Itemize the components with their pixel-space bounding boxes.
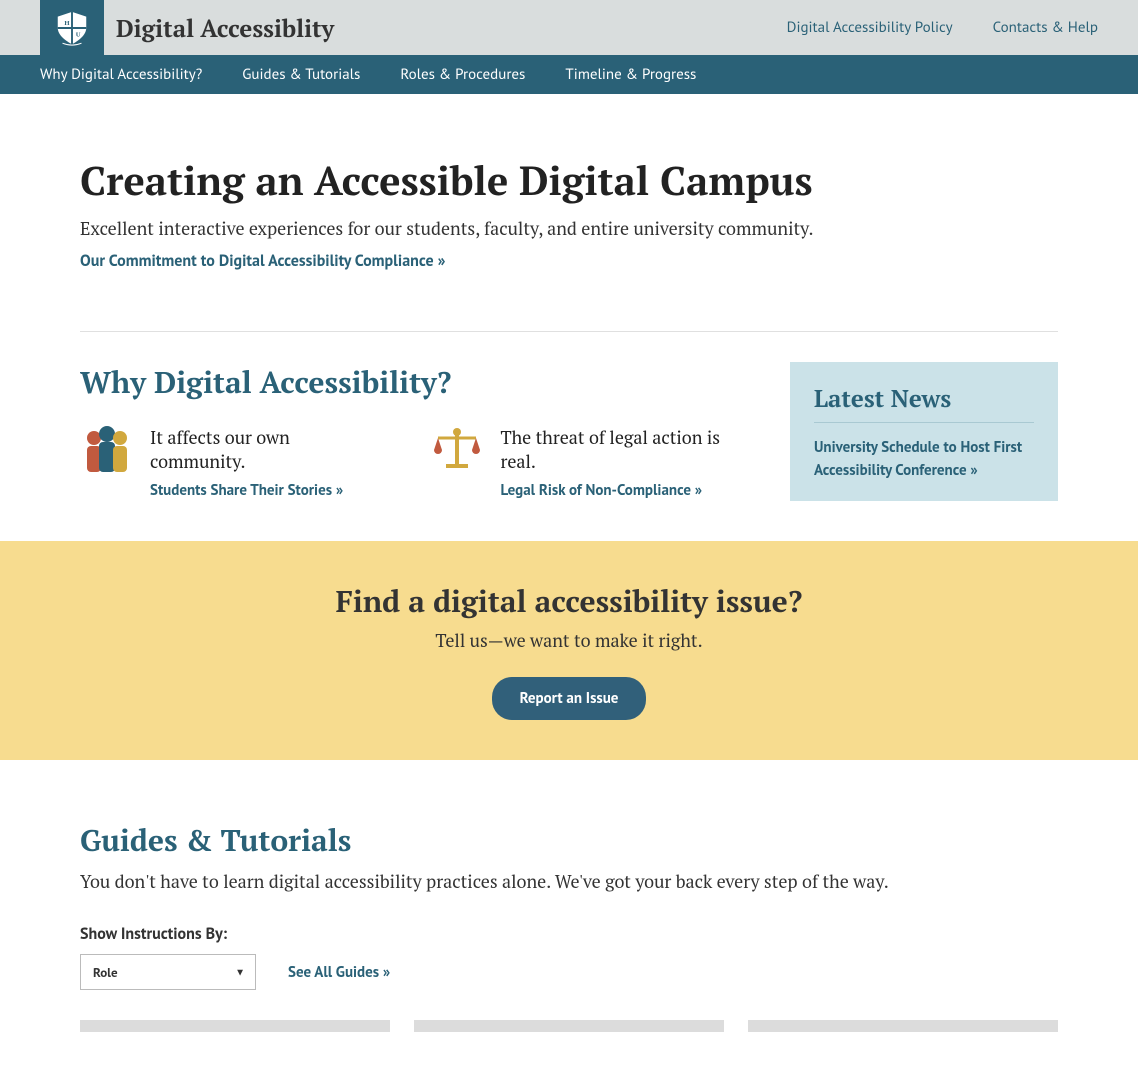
news-link[interactable]: University Schedule to Host First Access… [814, 438, 1022, 480]
scales-icon [430, 426, 484, 472]
guides-section: Guides & Tutorials You don't have to lea… [80, 760, 1058, 1092]
filter-group: Show Instructions By: Role ▼ [80, 924, 256, 990]
reason-community: It affects our own community. Students S… [80, 426, 380, 500]
reason-link-stories[interactable]: Students Share Their Stories » [150, 481, 343, 500]
guide-card[interactable] [748, 1020, 1058, 1032]
page-title: Creating an Accessible Digital Campus [80, 154, 1058, 207]
why-heading: Why Digital Accessibility? [80, 362, 750, 402]
svg-text:H: H [64, 20, 70, 27]
nav-why[interactable]: Why Digital Accessibility? [40, 65, 202, 84]
divider [80, 331, 1058, 332]
svg-text:U: U [76, 31, 81, 38]
nav-guides[interactable]: Guides & Tutorials [242, 65, 360, 84]
commitment-link[interactable]: Our Commitment to Digital Accessibility … [80, 251, 446, 271]
hero-subtitle: Excellent interactive experiences for ou… [80, 217, 1058, 241]
guide-card[interactable] [414, 1020, 724, 1032]
issue-heading: Find a digital accessibility issue? [0, 581, 1138, 621]
brand: H U Digital Accessiblity [40, 0, 334, 55]
nav-timeline[interactable]: Timeline & Progress [565, 65, 696, 84]
reason-title: It affects our own community. [150, 426, 380, 474]
guide-cards [80, 1020, 1058, 1032]
navbar: Why Digital Accessibility? Guides & Tuto… [0, 55, 1138, 94]
filter-label: Show Instructions By: [80, 924, 256, 944]
issue-subtitle: Tell us—we want to make it right. [0, 629, 1138, 653]
guides-heading: Guides & Tutorials [80, 820, 1058, 860]
reason-link-legal[interactable]: Legal Risk of Non-Compliance » [500, 481, 702, 500]
reason-title: The threat of legal action is real. [500, 426, 750, 474]
report-issue-banner: Find a digital accessibility issue? Tell… [0, 541, 1138, 760]
top-links: Digital Accessibility Policy Contacts & … [787, 18, 1098, 37]
see-all-guides-link[interactable]: See All Guides » [288, 963, 390, 990]
site-title: Digital Accessiblity [116, 12, 334, 44]
university-logo-icon: H U [40, 0, 104, 55]
guides-subtitle: You don't have to learn digital accessib… [80, 870, 1058, 894]
news-heading: Latest News [814, 382, 1034, 423]
link-contacts-help[interactable]: Contacts & Help [993, 18, 1098, 37]
latest-news: Latest News University Schedule to Host … [790, 362, 1058, 501]
nav-roles[interactable]: Roles & Procedures [400, 65, 525, 84]
reason-legal: The threat of legal action is real. Lega… [430, 426, 750, 500]
link-policy[interactable]: Digital Accessibility Policy [787, 18, 953, 37]
guide-card[interactable] [80, 1020, 390, 1032]
topbar: H U Digital Accessiblity Digital Accessi… [0, 0, 1138, 55]
report-issue-button[interactable]: Report an Issue [492, 677, 647, 720]
role-select[interactable]: Role ▼ [80, 954, 256, 990]
people-icon [80, 426, 134, 472]
why-section: Why Digital Accessibility? [80, 362, 750, 501]
chevron-down-icon: ▼ [235, 966, 245, 979]
select-value: Role [93, 964, 118, 981]
hero: Creating an Accessible Digital Campus Ex… [80, 94, 1058, 301]
